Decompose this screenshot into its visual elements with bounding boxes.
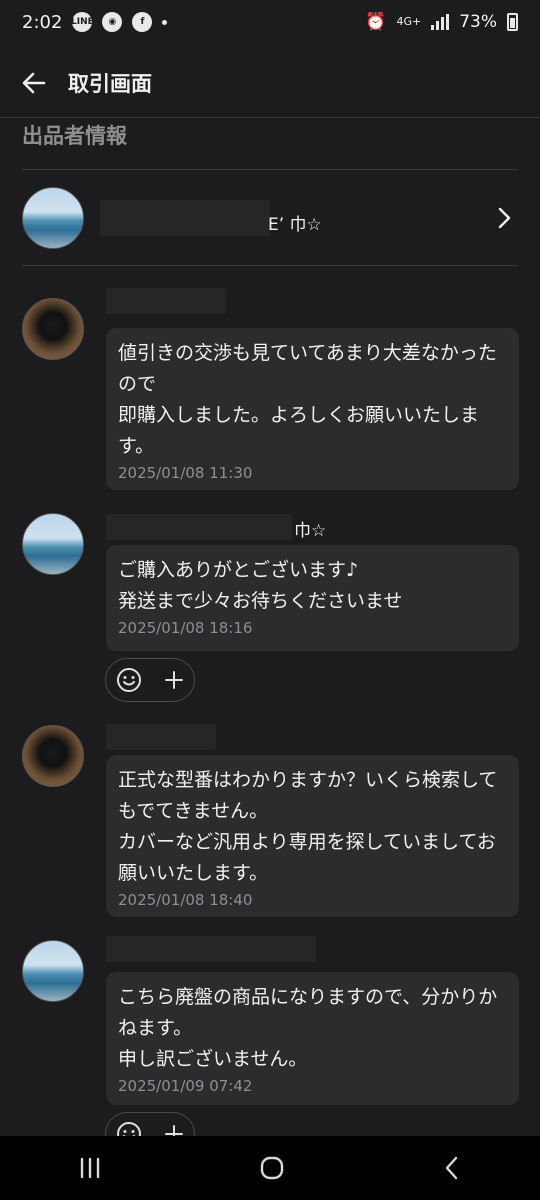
status-right: ⏰ 4G+ 73% [365,12,518,32]
system-nav-bar [0,1136,540,1200]
seller-avatar [22,187,84,249]
status-left: 2:02 LINE ◉ f [22,11,168,33]
seller-avatar [22,940,84,1002]
chevron-right-icon [498,207,511,229]
message-timestamp: 2025/01/08 11:30 [118,464,253,482]
seller-info-row[interactable]: E’ 巾☆ [0,172,540,264]
message-timestamp: 2025/01/08 18:40 [118,891,253,909]
redacted-name [106,936,316,962]
message-text: 値引きの交渉も見ていてあまり大差なかったので 即購入しました。よろしくお願いいた… [118,342,497,457]
message-bubble: こちら廃盤の商品になりますので、分かりかねます。 申し訳ございません。 2025… [106,972,519,1105]
back-nav-icon[interactable] [441,1155,463,1181]
status-time: 2:02 [22,11,63,33]
facebook-app-icon: f [132,12,153,32]
page-title: 取引画面 [68,72,152,96]
redacted-name [106,288,226,314]
status-bar: 2:02 LINE ◉ f ⏰ 4G+ 73% [0,0,540,44]
seller-name: E’ 巾☆ [268,215,322,235]
message-text: ご購入ありがとございます♪ 発送まで少々お待ちくださいませ [118,559,403,612]
message-bubble: ご購入ありがとございます♪ 発送まで少々お待ちくださいませ 2025/01/08… [106,545,519,651]
redacted-name [100,200,270,236]
back-button[interactable] [18,67,50,99]
redacted-name [106,724,216,750]
message-text: 正式な型番はわかりますか？いくら検索してもでてきません。 カバーなど汎用より専用… [118,769,498,884]
message-sender-name: 巾☆ [294,521,327,541]
message-bubble: 正式な型番はわかりますか？いくら検索してもでてきません。 カバーなど汎用より専用… [106,755,519,917]
plus-icon [165,671,183,689]
message-bubble: 値引きの交渉も見ていてあまり大差なかったので 即購入しました。よろしくお願いいた… [106,328,519,490]
message-timestamp: 2025/01/09 07:42 [118,1077,253,1095]
line-app-icon: LINE [71,12,94,32]
network-type: 4G+ [396,15,422,28]
message-text: こちら廃盤の商品になりますので、分かりかねます。 申し訳ございません。 [118,986,498,1070]
reaction-button[interactable] [105,658,195,702]
section-divider [22,169,518,170]
messenger-app-icon: ◉ [102,12,123,32]
seller-divider [22,265,518,266]
buyer-avatar [22,298,84,360]
back-arrow-icon [22,72,46,94]
header-divider [0,117,540,118]
buyer-avatar [22,725,84,787]
app-header: 取引画面 [0,52,540,114]
redacted-name [106,514,292,540]
alarm-icon: ⏰ [365,12,387,32]
signal-icon [431,14,450,30]
seller-section-title: 出品者情報 [22,124,127,148]
more-notifications-icon [162,19,168,25]
home-icon[interactable] [258,1154,286,1182]
recents-icon[interactable] [77,1156,103,1180]
battery-icon [507,13,518,31]
message-timestamp: 2025/01/08 18:16 [118,619,253,637]
emoji-icon [117,668,141,692]
battery-percent: 73% [459,12,497,32]
seller-avatar [22,513,84,575]
